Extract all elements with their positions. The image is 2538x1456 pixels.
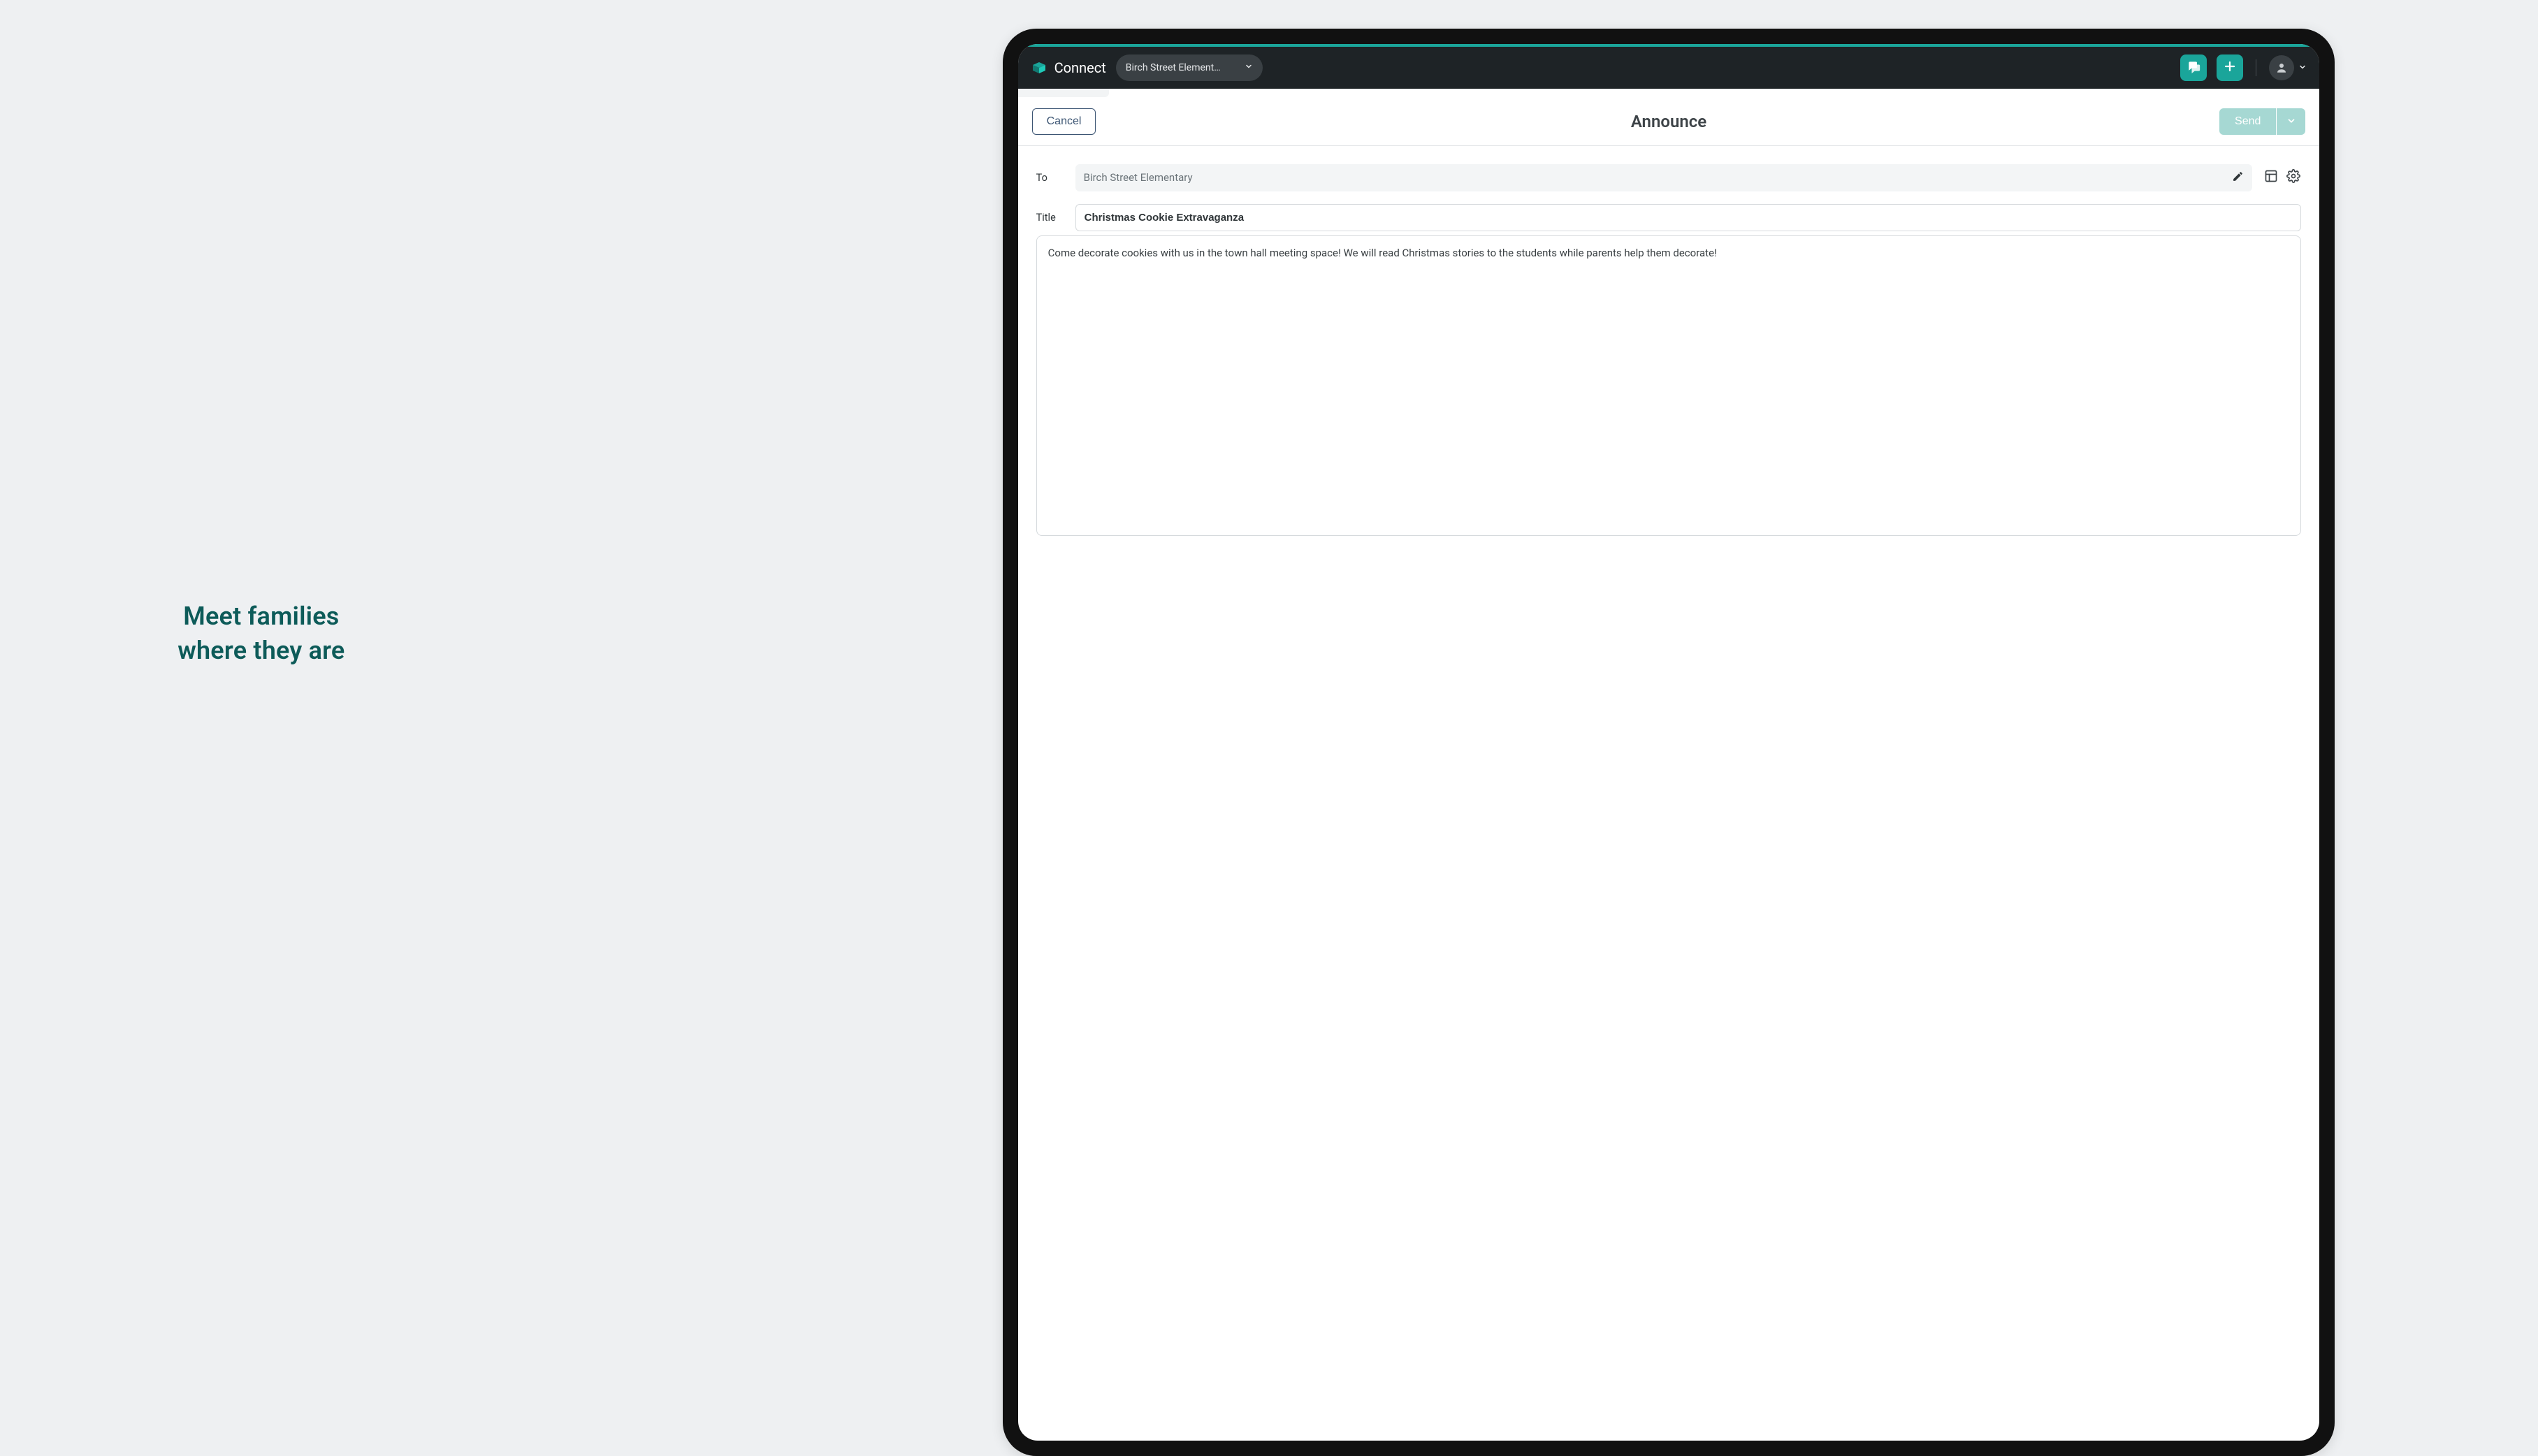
school-selector[interactable]: Birch Street Element… — [1116, 54, 1263, 81]
marketing-stage: Meet families where they are Connect — [0, 0, 2538, 1427]
to-label: To — [1036, 172, 1064, 184]
send-group: Send — [2219, 108, 2305, 135]
app-topbar: Connect Birch Street Element… — [1018, 47, 2320, 89]
tablet-frame: Connect Birch Street Element… — [1003, 29, 2335, 1456]
to-field[interactable]: Birch Street Elementary — [1075, 164, 2253, 191]
to-row: To Birch Street Elementary — [1036, 164, 2302, 191]
app-screen: Connect Birch Street Element… — [1018, 44, 2320, 1441]
settings-button[interactable] — [2286, 170, 2301, 185]
chevron-down-icon — [1245, 62, 1253, 73]
school-selector-value: Birch Street Element… — [1126, 62, 1221, 73]
title-row: Title — [1036, 204, 2302, 231]
body-editor[interactable]: Come decorate cookies with us in the tow… — [1036, 235, 2302, 536]
messages-button[interactable] — [2180, 54, 2207, 81]
template-button[interactable] — [2263, 170, 2279, 185]
plus-icon — [2224, 60, 2236, 75]
marketing-tagline: Meet families where they are — [177, 599, 345, 667]
cancel-button[interactable]: Cancel — [1032, 108, 1096, 135]
compose-actionbar: Cancel Announce Send — [1018, 99, 2320, 146]
title-label: Title — [1036, 212, 1064, 224]
create-button[interactable] — [2217, 54, 2243, 81]
to-value: Birch Street Elementary — [1084, 171, 1193, 184]
chevron-down-icon — [2286, 116, 2296, 128]
app-logo[interactable]: Connect — [1031, 59, 1106, 76]
page-title: Announce — [1631, 112, 1706, 131]
send-options-button[interactable] — [2276, 108, 2305, 135]
chat-icon — [2187, 59, 2200, 76]
pencil-icon[interactable] — [2232, 170, 2244, 185]
avatar — [2269, 55, 2294, 80]
gear-icon — [2286, 169, 2300, 186]
user-menu[interactable] — [2269, 55, 2307, 80]
app-name: Connect — [1054, 59, 1106, 76]
box-logo-icon — [1031, 59, 1047, 76]
send-button[interactable]: Send — [2219, 108, 2276, 135]
layout-icon — [2264, 169, 2278, 186]
title-input[interactable] — [1075, 204, 2302, 231]
chevron-down-icon — [2298, 61, 2307, 74]
tab-strip — [1018, 89, 2320, 99]
compose-form: To Birch Street Elementary — [1018, 146, 2320, 231]
